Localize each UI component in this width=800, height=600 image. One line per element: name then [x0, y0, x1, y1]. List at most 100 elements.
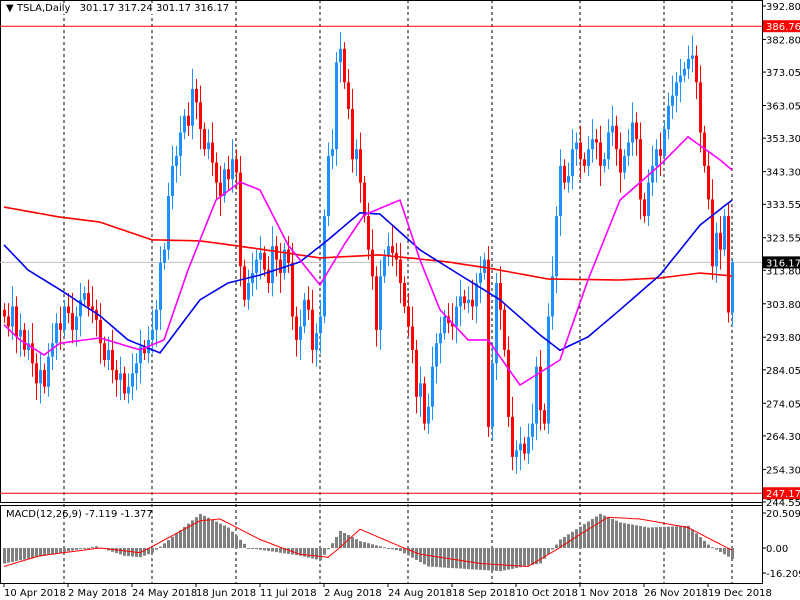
candle-body [615, 125, 618, 150]
macd-histogram-bar [251, 548, 254, 549]
macd-histogram-bar [483, 548, 486, 571]
candle-body [503, 309, 506, 350]
candle-body [263, 252, 266, 270]
date-label: 10 Apr 2018 [4, 588, 66, 599]
level-label: 386.76 [766, 22, 800, 33]
candle-body [555, 216, 558, 277]
price-tick-label: 333.55 [766, 200, 800, 211]
macd-histogram-bar [675, 526, 678, 548]
candle-body [559, 165, 562, 217]
candle-body [299, 326, 302, 340]
candle-body [123, 373, 126, 394]
candle-body [467, 299, 470, 304]
macd-histogram-bar [451, 548, 454, 569]
macd-histogram-bar [327, 548, 330, 550]
candle-body [23, 329, 26, 350]
candle-body [455, 306, 458, 327]
candle-body [163, 249, 166, 263]
macd-histogram-bar [611, 518, 614, 548]
macd-histogram-bar [423, 548, 426, 565]
macd-histogram-bar [55, 548, 58, 554]
candle-body [71, 313, 74, 330]
candle-body [215, 162, 218, 183]
macd-histogram-bar [303, 548, 306, 557]
candle-body [419, 383, 422, 397]
candle-body [131, 373, 134, 387]
macd-histogram-bar [351, 537, 354, 548]
macd-histogram-bar [419, 548, 422, 563]
macd-histogram-bar [159, 546, 162, 548]
macd-histogram-bar [383, 547, 386, 549]
macd-histogram-bar [95, 546, 98, 548]
candle-body [695, 55, 698, 83]
candle-body [191, 88, 194, 126]
date-label: 2 May 2018 [68, 588, 127, 599]
macd-histogram-bar [215, 521, 218, 548]
price-tick-label: 353.30 [766, 134, 800, 145]
candle-body [491, 363, 494, 427]
candle-body [351, 109, 354, 160]
macd-histogram-bar [631, 524, 634, 548]
menu-triangle-icon[interactable]: ▼ [6, 3, 14, 14]
macd-histogram-bar [259, 548, 262, 550]
candle-body [135, 363, 138, 374]
macd-label: MACD(12,26,9) -7.119 -1.377 [6, 509, 153, 520]
macd-histogram-bar [411, 548, 414, 558]
macd-histogram-bar [455, 548, 458, 569]
candle-body [7, 316, 10, 327]
macd-histogram-bar [31, 548, 34, 559]
candle-body [195, 88, 198, 103]
candle-body [87, 293, 90, 307]
macd-histogram-bar [363, 542, 366, 548]
macd-histogram-bar [491, 548, 494, 571]
candle-body [519, 443, 522, 451]
candle-body [259, 252, 262, 260]
macd-histogram-bar [687, 525, 690, 548]
candle-body [723, 216, 726, 250]
macd-histogram-bar [591, 518, 594, 548]
macd-histogram-bar [243, 543, 246, 548]
macd-histogram-bar [83, 548, 86, 549]
candle-body [547, 316, 550, 424]
macd-histogram-bar [391, 548, 394, 550]
macd-histogram-bar [495, 548, 498, 571]
candle-body [63, 306, 66, 330]
candle-body [287, 249, 290, 263]
candle-body [355, 149, 358, 160]
macd-histogram-bar [583, 524, 586, 548]
macd-histogram-bar [467, 548, 470, 570]
candle-body [459, 296, 462, 307]
macd-histogram-bar [211, 519, 214, 548]
candle-body [295, 316, 298, 340]
candle-body [15, 306, 18, 337]
macd-histogram-bar [395, 548, 398, 551]
macd-histogram-bar [11, 548, 14, 562]
macd-histogram-bar [707, 544, 710, 548]
candle-body [715, 232, 718, 267]
macd-histogram-bar [319, 548, 322, 561]
candle-body [291, 262, 294, 317]
candle-body [627, 142, 630, 156]
macd-histogram-bar [71, 548, 74, 551]
candle-body [67, 306, 70, 314]
macd-histogram-bar [87, 547, 90, 549]
candle-body [111, 349, 114, 371]
macd-histogram-bar [267, 548, 270, 551]
price-tick-label: 373.05 [766, 68, 800, 79]
macd-histogram-bar [123, 548, 126, 556]
candle-body [383, 256, 386, 277]
macd-histogram-bar [387, 548, 390, 549]
candle-body [551, 276, 554, 317]
candle-body [127, 386, 130, 394]
macd-histogram-bar [679, 526, 682, 548]
candle-body [563, 165, 566, 183]
candle-body [591, 139, 594, 150]
price-tick-label: 392.80 [766, 2, 800, 13]
candle-body [187, 115, 190, 126]
macd-histogram-bar [531, 548, 534, 565]
macd-histogram-bar [719, 548, 722, 552]
candle-body [511, 416, 514, 458]
candle-body [663, 129, 666, 156]
macd-histogram-bar [323, 548, 326, 555]
candle-body [431, 366, 434, 407]
